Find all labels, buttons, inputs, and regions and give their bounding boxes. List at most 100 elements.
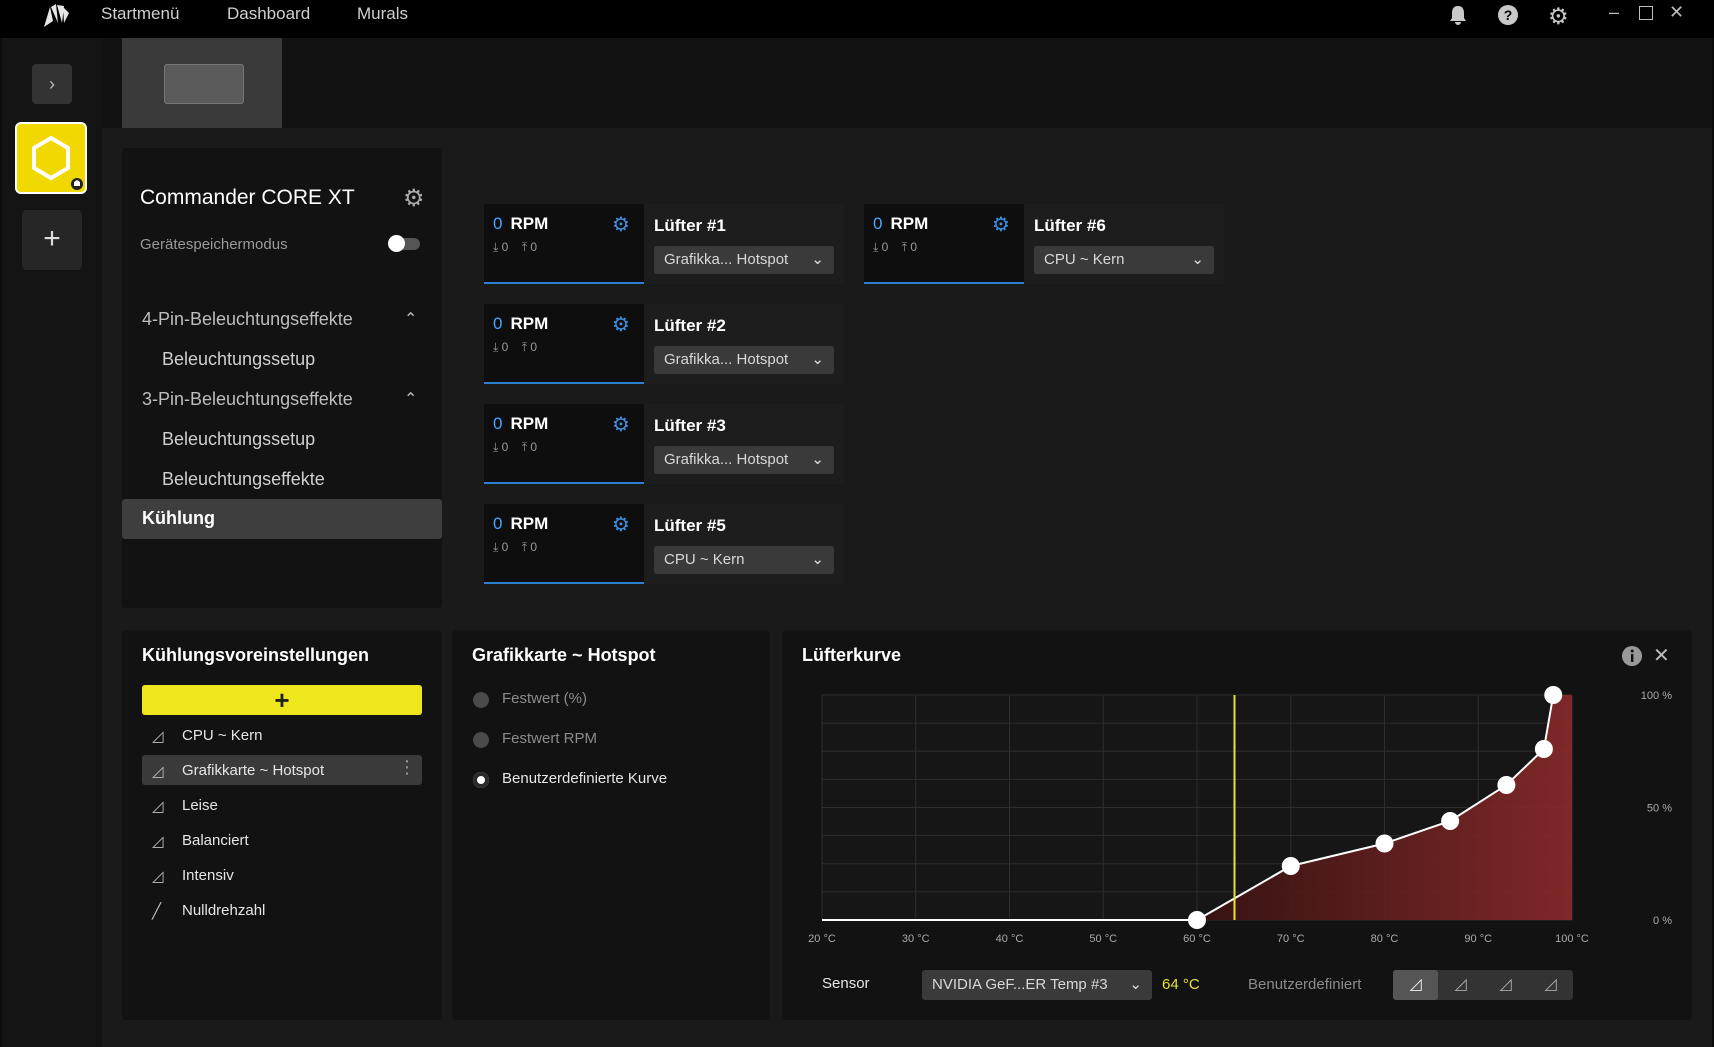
fan-min: 0 bbox=[501, 540, 509, 554]
chevron-up-icon[interactable]: ⌃ bbox=[404, 309, 417, 329]
preset-item[interactable]: Balanciert bbox=[182, 832, 249, 849]
fan-source-dropdown[interactable]: Grafikka... Hotspot ⌄ bbox=[654, 346, 834, 374]
x-tick-label: 60 °C bbox=[1183, 933, 1211, 945]
fan-source-value: CPU ~ Kern bbox=[1044, 251, 1125, 268]
current-temp: 64 °C bbox=[1162, 976, 1200, 993]
curve-point[interactable] bbox=[1188, 911, 1206, 929]
fan-minmax: ⤓ 0 ⤒ 0 bbox=[493, 540, 537, 555]
maximize-icon[interactable] bbox=[1639, 6, 1653, 20]
curve-shape-buttons: ◿ ◿ ◿ ◿ bbox=[1393, 970, 1573, 1000]
device-thumbnail[interactable] bbox=[122, 38, 282, 128]
menu-3pin-effects[interactable]: Beleuchtungseffekte bbox=[162, 469, 325, 490]
curve-title: Lüfterkurve bbox=[802, 645, 902, 665]
device-strip bbox=[102, 38, 1712, 128]
settings-gear-icon[interactable]: ⚙ bbox=[1548, 3, 1569, 30]
fan-max: 0 bbox=[910, 240, 918, 254]
add-device-button[interactable]: + bbox=[22, 210, 82, 270]
arrow-down-icon: ⤓ bbox=[493, 240, 499, 254]
fan-card-status: 0 RPM ⚙ ⤓ 0 ⤒ 0 bbox=[484, 204, 644, 284]
mode-panel bbox=[452, 630, 770, 1020]
radio-fixed-percent[interactable] bbox=[473, 692, 489, 708]
memory-mode-label: Gerätespeichermodus bbox=[140, 236, 288, 253]
menu-4pin-lighting[interactable]: 4-Pin-Beleuchtungseffekte bbox=[142, 309, 353, 330]
arrow-down-icon: ⤓ bbox=[493, 340, 499, 354]
label-fixed-percent: Festwert (%) bbox=[502, 690, 588, 707]
curve-point[interactable] bbox=[1375, 834, 1394, 853]
curve-point[interactable] bbox=[1281, 857, 1300, 875]
more-options-icon[interactable]: ⋮ bbox=[398, 757, 416, 778]
chevron-up-icon[interactable]: ⌃ bbox=[404, 389, 417, 409]
curve-shape-extreme-icon[interactable]: ◿ bbox=[1528, 970, 1573, 1000]
arrow-down-icon: ⤓ bbox=[493, 440, 499, 454]
profile-label: Benutzerdefiniert bbox=[1248, 976, 1362, 993]
minimize-icon[interactable]: – bbox=[1609, 2, 1619, 23]
radio-custom-curve[interactable] bbox=[473, 772, 489, 788]
fan-name: Lüfter #2 bbox=[654, 316, 726, 335]
x-tick-label: 100 °C bbox=[1555, 933, 1589, 945]
menu-3pin-lighting[interactable]: 3-Pin-Beleuchtungseffekte bbox=[142, 389, 353, 410]
memory-mode-toggle[interactable] bbox=[388, 235, 420, 252]
fan-card: Lüfter #2 Grafikka... Hotspot ⌄ bbox=[644, 304, 844, 384]
fan-card-status: 0 RPM ⚙ ⤓ 0 ⤒ 0 bbox=[864, 204, 1024, 284]
label-fixed-rpm: Festwert RPM bbox=[502, 730, 598, 747]
preset-item[interactable]: Nulldrehzahl bbox=[182, 902, 265, 919]
preset-item[interactable]: CPU ~ Kern bbox=[182, 727, 262, 744]
svg-text:?: ? bbox=[1504, 7, 1513, 23]
help-icon[interactable]: ? bbox=[1497, 4, 1519, 31]
nav-murals[interactable]: Murals bbox=[357, 4, 408, 24]
fan-rpm-value: 0 bbox=[873, 214, 883, 233]
fan-settings-icon[interactable]: ⚙ bbox=[992, 212, 1010, 237]
fan-settings-icon[interactable]: ⚙ bbox=[612, 212, 630, 237]
fan-name: Lüfter #3 bbox=[654, 416, 726, 435]
curve-shape-balanced-icon[interactable]: ◿ bbox=[1483, 970, 1528, 1000]
radio-fixed-rpm[interactable] bbox=[473, 732, 489, 748]
curve-preset-icon: ◿ bbox=[152, 728, 164, 745]
fan-rpm: 0 RPM bbox=[493, 414, 548, 434]
curve-shape-quiet-icon[interactable]: ◿ bbox=[1438, 970, 1483, 1000]
fan-curve-chart[interactable]: 20 °C 30 °C 40 °C 50 °C 60 °C 70 °C 80 °C 90 °C… bbox=[800, 680, 1680, 950]
fan-source-dropdown[interactable]: CPU ~ Kern ⌄ bbox=[1034, 246, 1214, 274]
nav-startmenu[interactable]: Startmenü bbox=[101, 4, 179, 24]
curve-shape-custom-icon[interactable]: ◿ bbox=[1393, 970, 1438, 1000]
preset-item[interactable]: Leise bbox=[182, 797, 218, 814]
info-icon[interactable] bbox=[1621, 645, 1643, 672]
bell-icon[interactable] bbox=[1447, 4, 1469, 31]
device-image-icon bbox=[164, 64, 244, 104]
fan-card-status: 0 RPM ⚙ ⤓ 0 ⤒ 0 bbox=[484, 304, 644, 384]
close-icon[interactable]: ✕ bbox=[1669, 2, 1684, 23]
preset-item[interactable]: Grafikkarte ~ Hotspot bbox=[182, 762, 324, 779]
fan-source-dropdown[interactable]: Grafikka... Hotspot ⌄ bbox=[654, 246, 834, 274]
curve-point[interactable] bbox=[1544, 686, 1563, 704]
close-curve-icon[interactable]: ✕ bbox=[1653, 643, 1670, 668]
device-name: Commander CORE XT bbox=[140, 186, 355, 209]
device-settings-icon[interactable]: ⚙ bbox=[403, 184, 425, 213]
preset-item[interactable]: Intensiv bbox=[182, 867, 234, 884]
device-tile-commander[interactable] bbox=[15, 122, 87, 194]
menu-3pin-setup[interactable]: Beleuchtungssetup bbox=[162, 429, 315, 450]
fan-minmax: ⤓ 0 ⤒ 0 bbox=[873, 240, 917, 255]
nav-dashboard[interactable]: Dashboard bbox=[227, 4, 310, 24]
fan-source-dropdown[interactable]: CPU ~ Kern ⌄ bbox=[654, 546, 834, 574]
curve-point[interactable] bbox=[1497, 776, 1516, 794]
fan-source-value: Grafikka... Hotspot bbox=[664, 351, 789, 368]
corsair-logo-icon[interactable] bbox=[42, 3, 70, 29]
fan-settings-icon[interactable]: ⚙ bbox=[612, 512, 630, 537]
fan-settings-icon[interactable]: ⚙ bbox=[612, 412, 630, 437]
expand-rail-button[interactable]: › bbox=[32, 64, 72, 104]
curve-point[interactable] bbox=[1441, 812, 1460, 830]
menu-4pin-setup[interactable]: Beleuchtungssetup bbox=[162, 349, 315, 370]
fan-minmax: ⤓ 0 ⤒ 0 bbox=[493, 440, 537, 455]
fan-settings-icon[interactable]: ⚙ bbox=[612, 312, 630, 337]
fan-source-dropdown[interactable]: Grafikka... Hotspot ⌄ bbox=[654, 446, 834, 474]
sensor-dropdown[interactable]: NVIDIA GeF...ER Temp #3 ⌄ bbox=[922, 970, 1152, 1000]
menu-cooling-active[interactable]: Kühlung bbox=[122, 499, 442, 539]
arrow-down-icon: ⤓ bbox=[873, 240, 879, 254]
curve-preset-icon: ◿ bbox=[152, 798, 164, 815]
x-tick-label: 80 °C bbox=[1371, 933, 1399, 945]
add-preset-button[interactable]: + bbox=[142, 685, 422, 715]
device-panel bbox=[122, 148, 442, 608]
fan-rpm-unit: RPM bbox=[510, 514, 549, 533]
curve-point[interactable] bbox=[1534, 740, 1553, 758]
x-tick-label: 90 °C bbox=[1464, 933, 1492, 945]
fan-minmax: ⤓ 0 ⤒ 0 bbox=[493, 340, 537, 355]
